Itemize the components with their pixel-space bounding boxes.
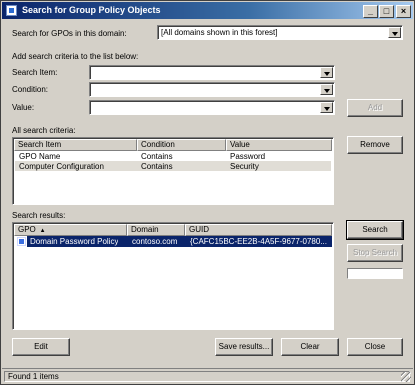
status-bar: Found 1 items xyxy=(2,368,413,384)
domain-dropdown[interactable]: [All domains shown in this forest] xyxy=(157,25,403,40)
search-button[interactable]: Search xyxy=(346,220,404,240)
remove-button[interactable]: Remove xyxy=(347,136,403,154)
results-list[interactable]: GPO ▲ Domain GUID Domain Password Policy… xyxy=(12,222,334,330)
status-pane: Found 1 items xyxy=(4,371,410,382)
result-cell[interactable]: Domain Password Policy xyxy=(30,237,118,246)
gpo-icon xyxy=(17,237,26,246)
minimize-button[interactable]: _ xyxy=(363,5,378,18)
search-gpo-dialog: Search for Group Policy Objects _ □ × Se… xyxy=(0,0,415,385)
gpo-search-icon xyxy=(6,5,17,16)
criteria-cell[interactable]: Password xyxy=(230,152,265,161)
status-text: Found 1 items xyxy=(8,372,59,381)
stop-search-button[interactable]: Stop Search xyxy=(347,244,403,262)
window-title: Search for Group Policy Objects xyxy=(22,5,161,15)
criteria-cell[interactable]: Security xyxy=(230,162,259,171)
chevron-down-icon[interactable] xyxy=(320,67,333,78)
maximize-button[interactable]: □ xyxy=(379,5,394,18)
chevron-down-icon[interactable] xyxy=(320,102,333,113)
condition-dropdown[interactable] xyxy=(89,82,335,97)
resize-grip-icon[interactable] xyxy=(401,372,411,382)
condition-label: Condition: xyxy=(12,85,49,94)
search-item-dropdown[interactable] xyxy=(89,65,335,80)
criteria-cell[interactable]: Contains xyxy=(141,162,173,171)
chevron-down-icon[interactable] xyxy=(388,27,401,38)
title-bar[interactable]: Search for Group Policy Objects _ □ × xyxy=(2,2,413,19)
domain-dropdown-value: [All domains shown in this forest] xyxy=(161,28,278,37)
close-window-button[interactable]: × xyxy=(396,5,411,18)
clear-button[interactable]: Clear xyxy=(281,338,339,356)
search-results-label: Search results: xyxy=(12,211,66,220)
value-label: Value: xyxy=(12,103,35,112)
save-results-button[interactable]: Save results... xyxy=(215,338,273,356)
search-item-label: Search Item: xyxy=(12,68,58,77)
criteria-cell[interactable]: Contains xyxy=(141,152,173,161)
column-header-condition[interactable]: Condition xyxy=(137,139,226,151)
column-header-gpo-label: GPO xyxy=(18,225,36,234)
criteria-list[interactable]: Search Item Condition Value GPO Name Con… xyxy=(12,137,334,205)
value-dropdown[interactable] xyxy=(89,100,335,115)
add-button[interactable]: Add xyxy=(347,99,403,117)
sort-ascending-icon: ▲ xyxy=(38,228,46,234)
edit-button[interactable]: Edit xyxy=(12,338,70,356)
criteria-heading: Add search criteria to the list below: xyxy=(12,52,139,61)
column-header-search-item[interactable]: Search Item xyxy=(14,139,137,151)
criteria-cell[interactable]: GPO Name xyxy=(19,152,60,161)
all-criteria-label: All search criteria: xyxy=(12,126,76,135)
criteria-cell[interactable]: Computer Configuration xyxy=(19,162,104,171)
column-header-guid[interactable]: GUID xyxy=(185,224,332,236)
close-button[interactable]: Close xyxy=(347,338,403,356)
search-progress-bar xyxy=(347,268,403,279)
column-header-domain[interactable]: Domain xyxy=(127,224,185,236)
result-cell[interactable]: {CAFC15BC-EE2B-4A5F-9677-0780... xyxy=(190,237,330,246)
column-header-value[interactable]: Value xyxy=(226,139,332,151)
chevron-down-icon[interactable] xyxy=(320,84,333,95)
domain-label: Search for GPOs in this domain: xyxy=(12,29,127,38)
result-cell[interactable]: contoso.com xyxy=(132,237,177,246)
column-header-gpo[interactable]: GPO ▲ xyxy=(14,224,127,236)
